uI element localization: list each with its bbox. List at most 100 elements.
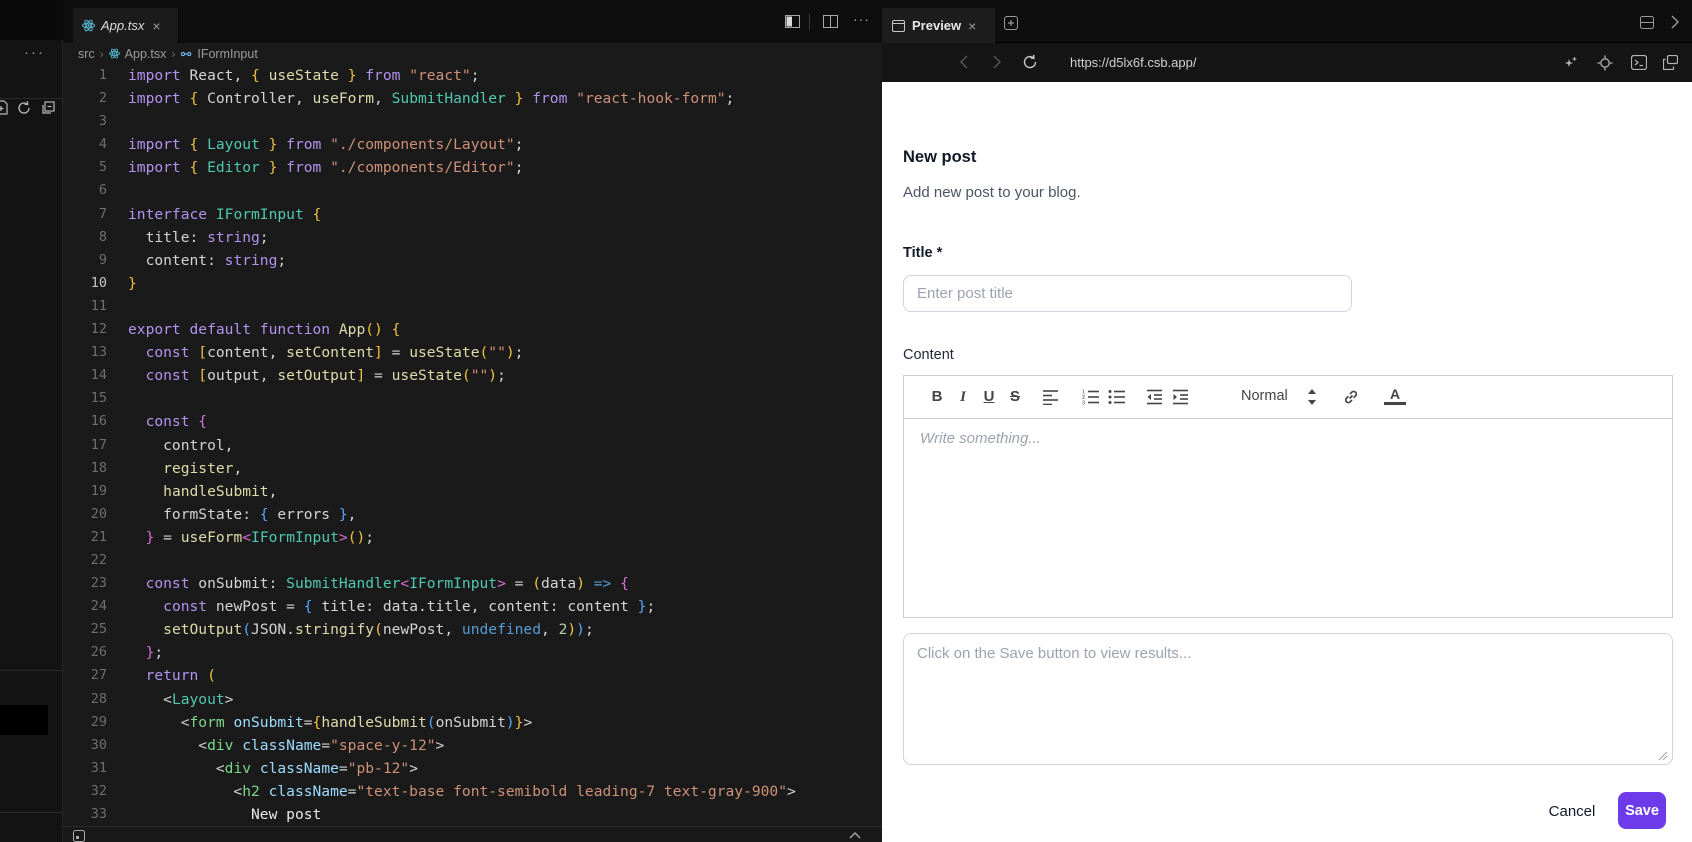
preview-tab-title: Preview [912,18,962,33]
code-line-22[interactable]: 22 [63,549,882,572]
code-line-19[interactable]: 19 handleSubmit, [63,480,882,503]
sparkle-cursor-icon[interactable] [1564,55,1579,70]
italic-icon[interactable]: I [952,387,974,407]
code-line-29[interactable]: 29 <form onSubmit={handleSubmit(onSubmit… [63,711,882,734]
code-line-30[interactable]: 30 <div className="space-y-12"> [63,734,882,757]
link-icon[interactable] [1342,388,1364,408]
back-icon[interactable] [960,55,969,69]
split-editor-left-icon[interactable] [785,15,800,28]
code-line-16[interactable]: 16 const { [63,410,882,433]
forward-icon[interactable] [992,55,1001,69]
underline-icon[interactable]: U [978,387,1000,407]
explorer-top-strip [0,0,63,40]
bold-icon[interactable]: B [926,387,948,407]
title-input[interactable] [903,275,1352,312]
line-number: 10 [90,274,107,291]
code-line-11[interactable]: 11 [63,295,882,318]
code-line-26[interactable]: 26 }; [63,641,882,664]
bullet-list-icon[interactable] [1108,389,1130,409]
preview-tab-close-icon[interactable]: × [968,18,976,34]
tab-title: App.tsx [101,18,145,33]
align-icon[interactable] [1042,389,1064,409]
output-textarea[interactable] [903,633,1673,765]
code-line-24[interactable]: 24 const newPost = { title: data.title, … [63,595,882,618]
line-number: 27 [90,667,107,684]
code-line-4[interactable]: 4 import { Layout } from "./components/La… [63,133,882,156]
code-line-12[interactable]: 12 export default function App() { [63,318,882,341]
code-line-2[interactable]: 2 import { Controller, useForm, SubmitHan… [63,87,882,110]
code-area[interactable]: 1 import React, { useState } from "react"… [63,64,882,826]
code-line-33[interactable]: 33 New post [63,803,882,826]
editor-text-area[interactable]: Write something... [904,419,1672,617]
code-line-28[interactable]: 28 <Layout> [63,688,882,711]
chevron-right-icon[interactable] [1670,15,1679,29]
interface-symbol-icon [180,48,192,60]
add-tab-icon[interactable] [1004,16,1018,30]
code-line-21[interactable]: 21 } = useForm<IFormInput>(); [63,526,882,549]
code-line-10[interactable]: 10} [63,272,882,295]
strikethrough-icon[interactable]: S [1004,387,1026,407]
code-line-23[interactable]: 23 const onSubmit: SubmitHandler<IFormIn… [63,572,882,595]
split-editor-icon[interactable] [823,15,838,28]
code-line-20[interactable]: 20 formState: { errors }, [63,503,882,526]
code-line-9[interactable]: 9 content: string; [63,249,882,272]
breadcrumb-symbol[interactable]: IFormInput [197,47,257,61]
tab-app-tsx[interactable]: App.tsx × [73,8,179,43]
line-number: 31 [90,759,107,776]
code-line-6[interactable]: 6 [63,179,882,202]
indent-icon[interactable] [1172,389,1194,409]
resize-handle-icon[interactable] [1657,750,1667,760]
dropdown-arrows-icon[interactable] [1308,389,1318,405]
line-number: 2 [98,90,107,107]
code-line-7[interactable]: 7 interface IFormInput { [63,203,882,226]
code-line-25[interactable]: 25 setOutput(JSON.stringify(newPost, und… [63,618,882,641]
ordered-list-icon[interactable]: 123 [1082,389,1104,409]
url-text[interactable]: https://d5lx6f.csb.app/ [1070,55,1196,70]
refresh-explorer-icon[interactable] [16,100,32,116]
code-line-14[interactable]: 14 const [output, setOutput] = useState(… [63,364,882,387]
explorer-more-icon[interactable]: ··· [24,44,45,61]
code-line-3[interactable]: 3 [63,110,882,133]
code-line-31[interactable]: 31 <div className="pb-12"> [63,757,882,780]
content-field-label: Content [903,347,954,363]
chevron-right-icon: › [171,46,176,61]
code-line-5[interactable]: 5 import { Editor } from "./components/Ed… [63,156,882,179]
line-number: 24 [90,598,107,615]
breadcrumb-file[interactable]: App.tsx [125,47,167,61]
code-line-18[interactable]: 18 register, [63,457,882,480]
tab-preview[interactable]: Preview × [882,8,995,43]
element-inspector-icon[interactable] [1597,55,1613,71]
code-line-1[interactable]: 1 import React, { useState } from "react"… [63,64,882,87]
text-color-icon[interactable]: A [1384,387,1406,405]
preview-url-bar: https://d5lx6f.csb.app/ [882,43,1692,82]
line-number: 32 [90,782,107,799]
code-line-17[interactable]: 17 control, [63,434,882,457]
code-line-15[interactable]: 15 [63,387,882,410]
split-horizontal-icon[interactable] [1640,16,1654,29]
collapse-folders-icon[interactable] [40,100,57,116]
console-icon[interactable] [1631,55,1647,70]
breadcrumb-src[interactable]: src [78,47,95,61]
title-field-label: Title * [903,245,943,261]
tab-close-icon[interactable]: × [152,18,160,34]
new-file-icon[interactable] [0,100,9,116]
outdent-icon[interactable] [1146,389,1168,409]
line-number: 15 [90,390,107,407]
refresh-icon[interactable] [1022,54,1038,70]
code-line-32[interactable]: 32 <h2 className="text-base font-semibol… [63,780,882,803]
code-line-8[interactable]: 8 title: string; [63,226,882,249]
save-button[interactable]: Save [1618,792,1666,829]
line-number: 14 [90,367,107,384]
code-line-13[interactable]: 13 const [content, setContent] = useStat… [63,341,882,364]
expand-panel-chevron-up-icon[interactable] [849,831,861,839]
cancel-button[interactable]: Cancel [1537,796,1607,826]
line-number: 33 [90,806,107,822]
line-number: 29 [90,713,107,730]
code-line-27[interactable]: 27 return ( [63,664,882,687]
line-number: 19 [90,482,107,499]
format-dropdown[interactable]: Normal [1241,388,1288,404]
panel-icon[interactable] [73,830,85,842]
editor-more-actions-icon[interactable]: ··· [853,11,870,27]
line-number: 26 [90,644,107,661]
open-in-new-window-icon[interactable] [1663,55,1678,70]
